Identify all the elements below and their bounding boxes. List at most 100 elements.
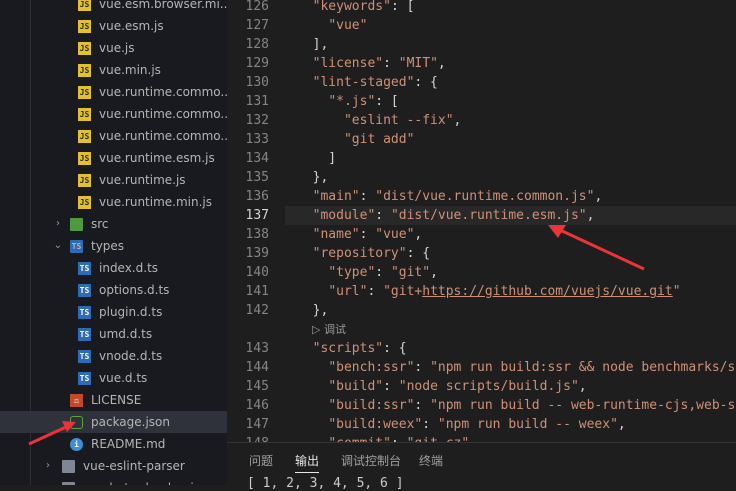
code-editor[interactable]: "keywords": [ "vue" ], "license": "MIT",…: [285, 0, 736, 442]
line-number: 144: [245, 360, 269, 375]
tree-item[interactable]: JS vue.runtime.js: [0, 169, 227, 191]
tree-item-label: vue.min.js: [99, 63, 161, 77]
chevron-right-icon[interactable]: ›: [42, 477, 54, 485]
code-token: :: [375, 208, 391, 223]
code-token: ,: [453, 113, 462, 128]
code-token: : {: [414, 75, 438, 90]
code-token: ,: [437, 56, 446, 71]
tree-item[interactable]: JS vue.runtime.commo...: [0, 81, 227, 103]
line-number: 143: [245, 341, 269, 356]
tree-item[interactable]: TS options.d.ts: [0, 279, 227, 301]
code-token: "build:ssr": [328, 398, 415, 413]
tree-item[interactable]: package.json: [0, 411, 227, 433]
tree-item[interactable]: JS vue.runtime.min.js: [0, 191, 227, 213]
tree-item[interactable]: JS vue.esm.js: [0, 15, 227, 37]
tree-item[interactable]: JS vue.esm.browser.mi...: [0, 0, 227, 15]
code-token: },: [297, 170, 329, 185]
tree-item-label: vue.esm.js: [99, 19, 164, 33]
tree-item[interactable]: › src: [0, 213, 227, 235]
bottom-panel: 问题 输出 调试控制台 终端 [ 1, 2, 3, 4, 5, 6 ]: [227, 442, 736, 491]
code-token: "MIT": [398, 56, 438, 71]
code-line: "main": "dist/vue.runtime.common.js",: [297, 187, 603, 206]
panel-tab[interactable]: 调试控制台: [341, 452, 401, 472]
code-line: },: [297, 301, 329, 320]
line-number: 136: [245, 189, 269, 204]
code-line: "name": "vue",: [297, 225, 423, 244]
tree-item-label: options.d.ts: [99, 283, 170, 297]
line-number: 130: [245, 75, 269, 90]
code-token: ,: [594, 189, 603, 204]
folder-icon: [62, 460, 75, 473]
tree-item[interactable]: TS index.d.ts: [0, 257, 227, 279]
code-token: "repository": [312, 246, 407, 261]
tree-item[interactable]: ⚖ LICENSE: [0, 389, 227, 411]
panel-tab[interactable]: 输出: [295, 452, 320, 473]
code-line: "scripts": {: [297, 339, 407, 358]
tree-item[interactable]: TS plugin.d.ts: [0, 301, 227, 323]
code-line: "eslint --fix",: [297, 111, 461, 130]
code-token: },: [297, 303, 329, 318]
code-token: "module": [312, 208, 376, 223]
tree-item-label: vue.js: [99, 41, 135, 55]
tree-item[interactable]: ⌄ TS types: [0, 235, 227, 257]
line-number: 142: [245, 303, 269, 318]
code-token: "build": [328, 379, 384, 394]
tree-item-label: vnode.d.ts: [99, 349, 163, 363]
tree-item[interactable]: JS vue.runtime.commo...: [0, 125, 227, 147]
code-line: "commit": "git-cz",: [297, 434, 477, 442]
code-token: "node scripts/build.js": [398, 379, 579, 394]
js-file-icon: JS: [78, 64, 91, 77]
code-token: :: [359, 189, 376, 204]
js-file-icon: JS: [78, 108, 91, 121]
panel-tab[interactable]: 问题: [249, 452, 273, 472]
tree-item[interactable]: JS vue.runtime.commo...: [0, 103, 227, 125]
js-file-icon: JS: [78, 174, 91, 187]
code-token: "lint-staged": [312, 75, 415, 90]
code-token: "main": [312, 189, 360, 204]
code-token[interactable]: https://github.com/vuejs/vue.git: [422, 284, 672, 299]
tree-item[interactable]: TS vnode.d.ts: [0, 345, 227, 367]
code-token: ": [672, 284, 681, 299]
code-token: :: [367, 284, 384, 299]
code-line: "license": "MIT",: [297, 54, 446, 73]
ts-file-icon: TS: [78, 262, 91, 275]
code-token: : {: [383, 341, 407, 356]
tree-item[interactable]: JS vue.runtime.esm.js: [0, 147, 227, 169]
tree-item-label: vue.runtime.commo...: [99, 85, 227, 99]
tree-item[interactable]: › vue-hot-reload-api: [0, 477, 227, 485]
tree-item[interactable]: i README.md: [0, 433, 227, 455]
code-token: "dist/vue.runtime.esm.js": [390, 208, 587, 223]
line-number-gutter: 126 127 128 129 130 131 132 133 134 135 136 137 138 1…: [227, 0, 285, 451]
tree-item[interactable]: JS vue.js: [0, 37, 227, 59]
info-icon: i: [70, 438, 83, 451]
chevron-right-icon[interactable]: ›: [42, 455, 54, 477]
ts-file-icon: TS: [78, 350, 91, 363]
code-line: "build:ssr": "npm run build -- web-runti…: [297, 396, 736, 415]
code-line: },: [297, 168, 329, 187]
code-token: ,: [414, 227, 423, 242]
tree-item-label: vue.runtime.min.js: [99, 195, 213, 209]
tree-item[interactable]: JS vue.min.js: [0, 59, 227, 81]
tree-item-label: src: [91, 217, 109, 231]
tree-item[interactable]: TS vue.d.ts: [0, 367, 227, 389]
codelens-debug[interactable]: ▷ 调试: [312, 320, 346, 339]
chevron-right-icon[interactable]: ›: [52, 213, 64, 235]
tree-item-label: umd.d.ts: [99, 327, 153, 341]
output-text: [ 1, 2, 3, 4, 5, 6 ]: [247, 476, 404, 491]
explorer-sidebar: JS vue.esm.browser.mi... JS vue.esm.js JS vue…: [0, 0, 227, 485]
tree-item-label: README.md: [91, 437, 166, 451]
tree-item[interactable]: › vue-eslint-parser: [0, 455, 227, 477]
tree-item[interactable]: TS umd.d.ts: [0, 323, 227, 345]
panel-tab[interactable]: 终端: [419, 452, 443, 472]
code-token: "license": [312, 56, 384, 71]
code-line: "build:weex": "npm run build -- weex",: [297, 415, 625, 434]
line-number: 133: [245, 132, 269, 147]
chevron-down-icon[interactable]: ⌄: [52, 235, 64, 257]
code-token: : [: [390, 0, 415, 14]
code-token: ,: [586, 208, 595, 223]
